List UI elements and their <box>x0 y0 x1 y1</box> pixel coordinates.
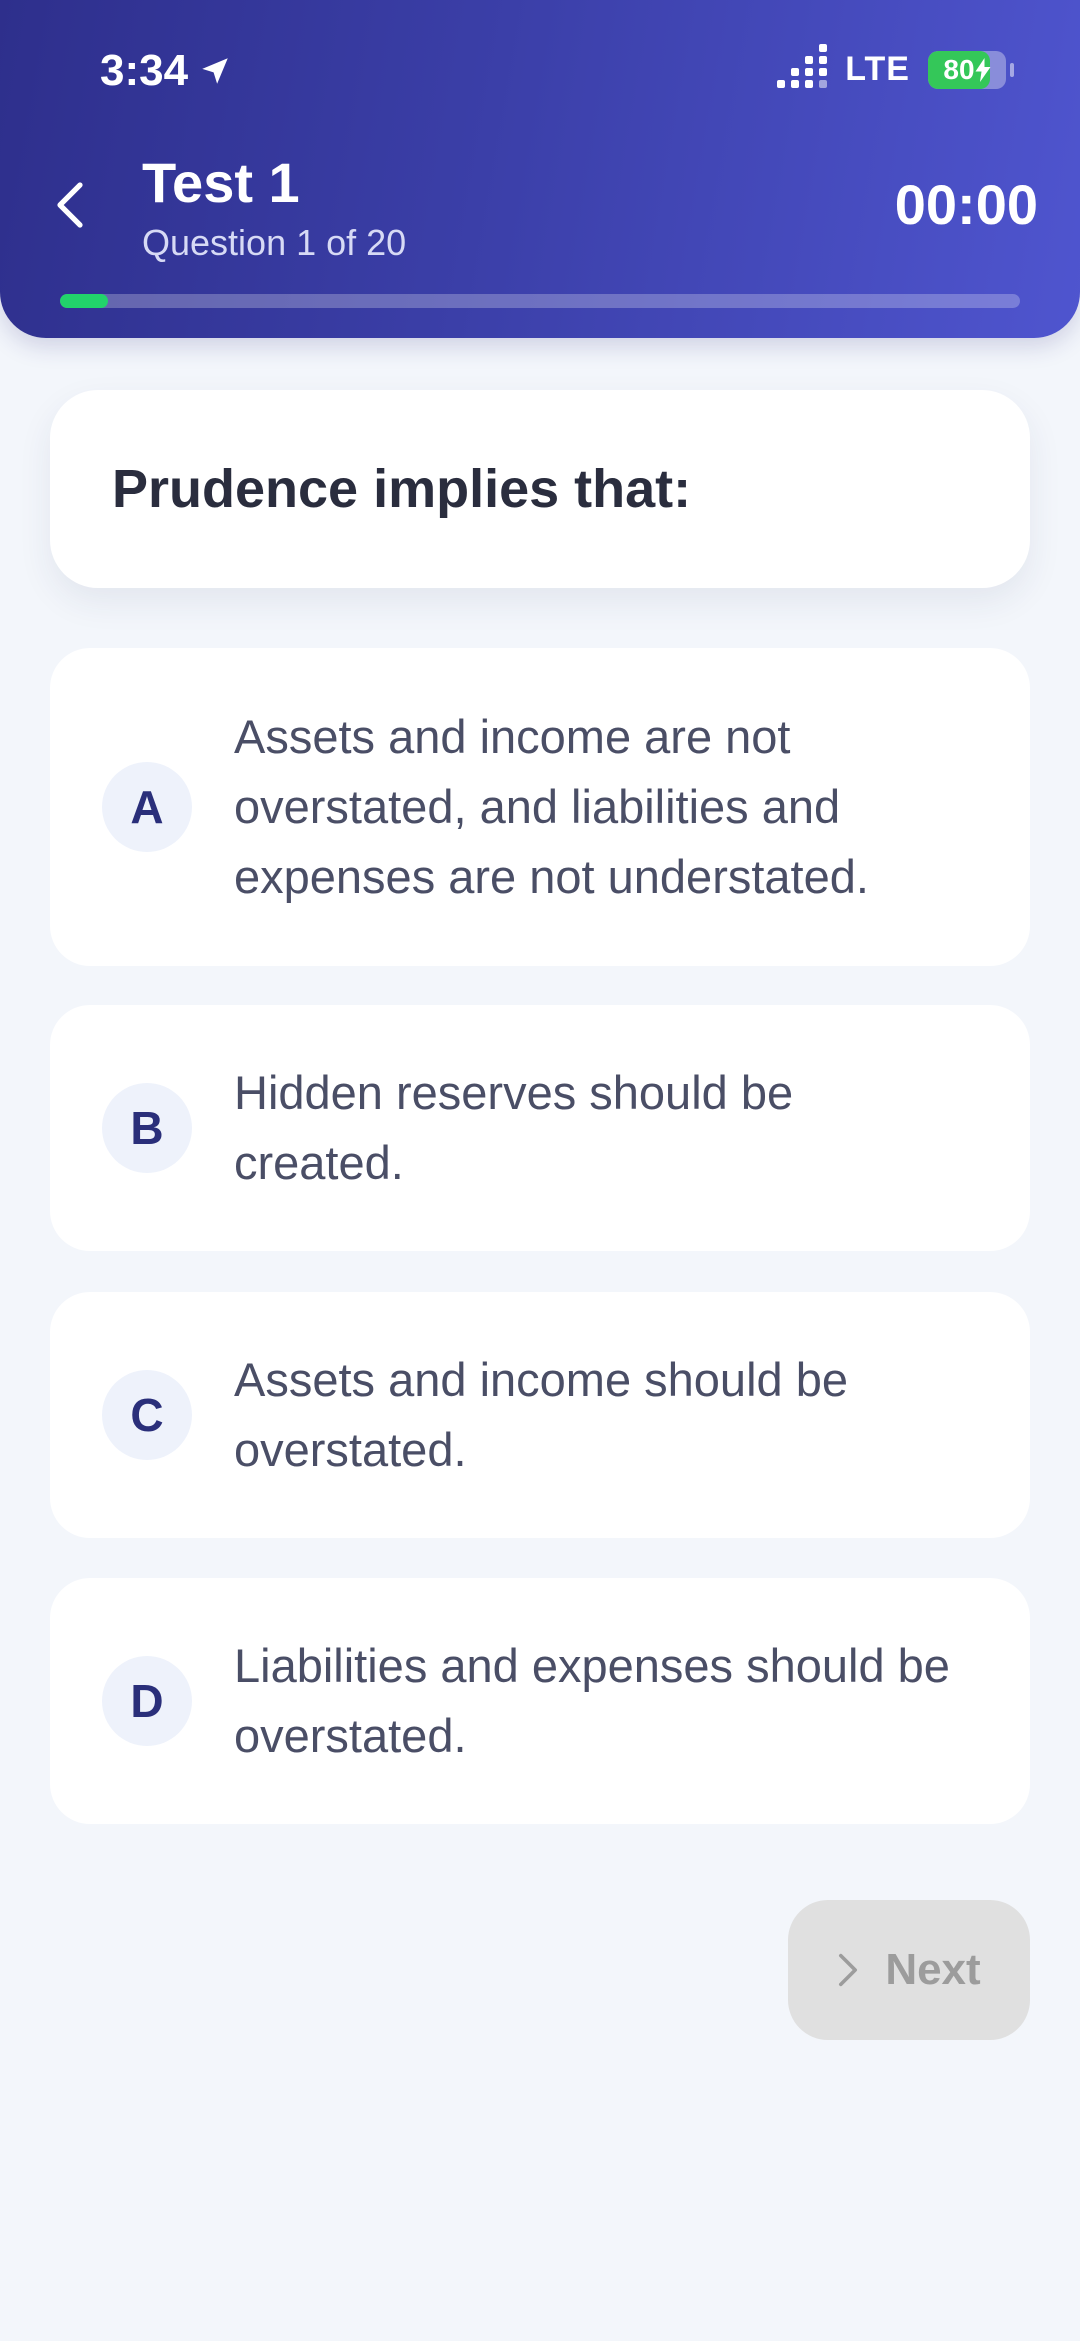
next-button[interactable]: Next <box>788 1900 1030 2040</box>
option-c[interactable]: C Assets and income should be overstated… <box>50 1292 1030 1538</box>
battery-label: 80 <box>928 51 1006 89</box>
charging-bolt-icon <box>975 57 991 82</box>
status-time-text: 3:34 <box>100 46 189 95</box>
option-text: Hidden reserves should be created. <box>234 1066 794 1189</box>
network-type: LTE <box>845 50 910 88</box>
back-button[interactable] <box>48 170 92 240</box>
location-arrow-icon <box>202 58 228 84</box>
question-text: Prudence implies that: <box>112 459 692 519</box>
option-text: Liabilities and expenses should be overs… <box>234 1639 950 1762</box>
question-counter: Question 1 of 20 <box>142 222 407 263</box>
option-letter: D <box>102 1656 192 1746</box>
chevron-right-icon <box>839 1953 858 1987</box>
option-text: Assets and income should be overstated. <box>234 1353 848 1476</box>
status-indicators: LTE 80 <box>777 43 1014 89</box>
chevron-left-icon <box>57 182 83 228</box>
battery-icon: 80 <box>928 50 1006 89</box>
status-time: 3:34 <box>100 46 232 96</box>
option-d[interactable]: D Liabilities and expenses should be ove… <box>50 1578 1030 1824</box>
question-card: Prudence implies that: <box>50 390 1030 588</box>
quiz-timer: 00:00 <box>894 173 1038 236</box>
battery-tip <box>1010 62 1014 77</box>
option-letter: A <box>102 762 192 852</box>
progress-bar-fill <box>60 294 108 308</box>
option-a[interactable]: A Assets and income are not overstated, … <box>50 648 1030 966</box>
option-letter: C <box>102 1370 192 1460</box>
page-title: Test 1 <box>142 151 300 214</box>
option-letter: B <box>102 1083 192 1173</box>
option-b[interactable]: B Hidden reserves should be created. <box>50 1005 1030 1251</box>
next-button-label: Next <box>885 1945 981 1994</box>
quiz-header: 3:34 LTE 80 Test 1 Question 1 of 20 00:0… <box>0 0 1080 338</box>
cellular-signal-icon <box>777 43 828 88</box>
option-text: Assets and income are not overstated, an… <box>234 710 869 903</box>
progress-bar <box>60 294 1020 308</box>
